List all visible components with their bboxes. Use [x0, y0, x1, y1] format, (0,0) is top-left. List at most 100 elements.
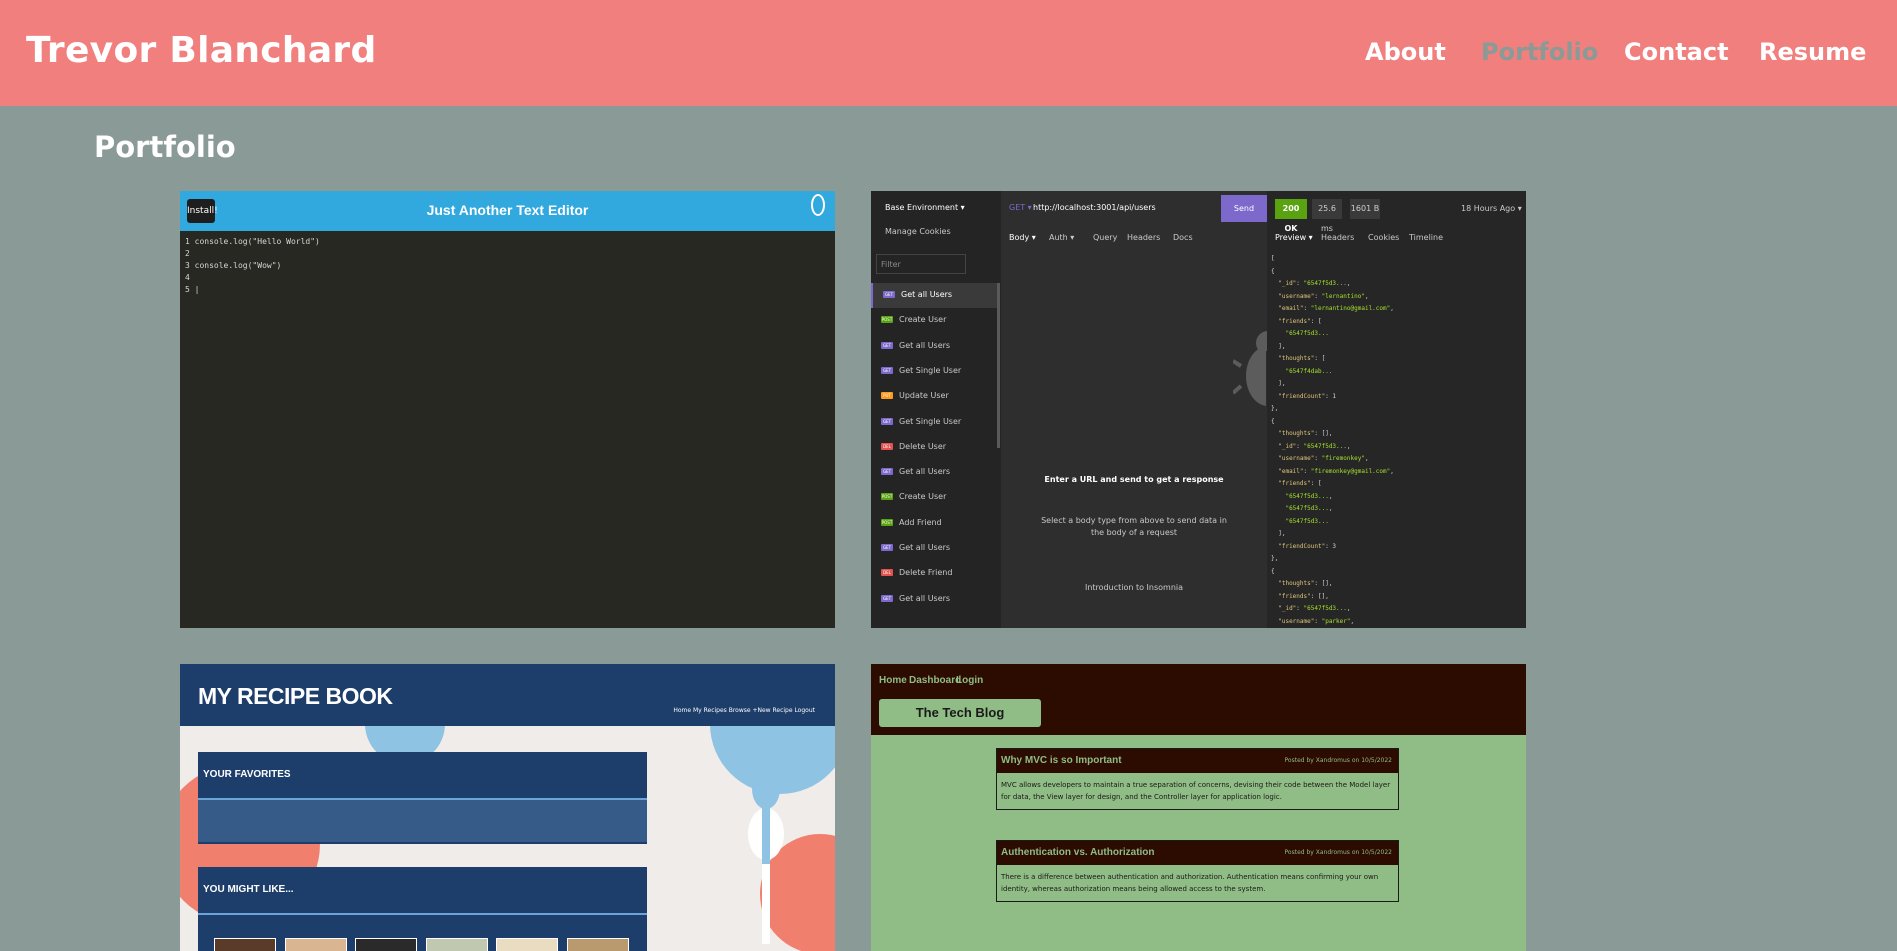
post-title[interactable]: Why MVC is so Important: [1001, 755, 1122, 766]
project-card-tech-blog[interactable]: Home Dashboard Login The Tech Blog Why M…: [871, 664, 1526, 951]
code-line: 2: [185, 249, 190, 258]
nav-about[interactable]: About: [1365, 38, 1446, 66]
recipe-thumbnail[interactable]: [214, 938, 276, 951]
request-name: Get Single User: [899, 416, 962, 426]
request-item[interactable]: DEL Delete User: [871, 435, 999, 460]
request-item[interactable]: POST Create User: [871, 485, 999, 510]
favorites-heading: YOUR FAVORITES: [203, 769, 291, 780]
method-badge: DEL: [881, 569, 893, 577]
site-brand[interactable]: Trevor Blanchard: [26, 30, 377, 71]
request-item[interactable]: POST Add Friend: [871, 511, 999, 536]
request-item[interactable]: PUT Update User: [871, 384, 999, 409]
request-item[interactable]: GET Get all Users: [871, 334, 999, 359]
environment-select[interactable]: Base Environment ▾: [885, 203, 965, 212]
method-badge: GET: [881, 544, 893, 551]
request-item[interactable]: GET Get all Users: [871, 460, 999, 485]
request-item[interactable]: DEL Delete Friend: [871, 561, 999, 586]
blog-title: The Tech Blog: [879, 699, 1041, 727]
code-line: 5 |: [185, 285, 200, 294]
nav-contact[interactable]: Contact: [1624, 38, 1729, 66]
tab-body[interactable]: Body ▾: [1009, 233, 1036, 242]
blog-post[interactable]: Authentication vs. Authorization Posted …: [996, 840, 1399, 902]
method-badge: DEL: [881, 442, 893, 450]
request-name: Get all Users: [899, 467, 951, 477]
tab-preview[interactable]: Preview ▾: [1275, 233, 1313, 242]
method-badge: GET: [881, 417, 893, 425]
recipe-thumbnail[interactable]: [567, 938, 629, 951]
post-title[interactable]: Authentication vs. Authorization: [1001, 847, 1155, 858]
tab-headers[interactable]: Headers: [1127, 233, 1160, 242]
request-name: Get all Users: [899, 340, 951, 350]
request-item[interactable]: GET Get Single User: [871, 359, 999, 384]
status-badge: 200 OK: [1275, 199, 1307, 233]
request-name: Delete User: [899, 441, 947, 451]
post-header: Why MVC is so Important Posted by Xandro…: [997, 749, 1398, 773]
empty-title: Enter a URL and send to get a response: [1044, 475, 1224, 484]
json-preview: [ { "_id": "6547f5d3..., "username": "le…: [1271, 255, 1394, 625]
method-badge: GET: [881, 366, 893, 374]
recipe-brand[interactable]: MY RECIPE BOOK: [198, 683, 393, 710]
method-badge: PUT: [881, 392, 893, 400]
history-select[interactable]: 18 Hours Ago ▾: [1461, 204, 1522, 213]
method-badge: POST: [881, 518, 893, 526]
filter-input[interactable]: Filter: [876, 254, 966, 274]
method-badge: GET: [881, 468, 893, 476]
request-item[interactable]: GET Get all Users: [871, 536, 999, 561]
scrollbar[interactable]: [997, 283, 1000, 448]
project-card-recipe-book[interactable]: MY RECIPE BOOK Home My Recipes Browse +N…: [180, 664, 835, 951]
blog-post[interactable]: Why MVC is so Important Posted by Xandro…: [996, 748, 1399, 810]
tab-cookies[interactable]: Cookies: [1368, 233, 1399, 242]
request-name: Create User: [899, 315, 947, 325]
blog-nav-home[interactable]: Home: [879, 675, 907, 686]
send-button[interactable]: Send: [1221, 195, 1267, 222]
project-card-text-editor[interactable]: Install! Just Another Text Editor 1 cons…: [180, 191, 835, 628]
project-card-api-client[interactable]: Base Environment ▾ Manage Cookies Filter…: [871, 191, 1526, 628]
blog-nav-login[interactable]: Login: [956, 675, 983, 686]
nav-resume[interactable]: Resume: [1759, 38, 1866, 66]
favorites-card: YOUR FAVORITES: [198, 752, 647, 844]
editor-title: Just Another Text Editor: [426, 202, 589, 218]
request-name: Update User: [899, 391, 949, 401]
recipe-thumbnail[interactable]: [426, 938, 488, 951]
method-badge: POST: [881, 493, 893, 501]
favorites-body: [198, 800, 647, 842]
request-item[interactable]: GET Get Single User: [871, 410, 999, 435]
request-name: Get all Users: [899, 593, 951, 603]
code-area: 1 console.log("Hello World") 2 3 console…: [185, 236, 320, 296]
tab-auth[interactable]: Auth ▾: [1049, 233, 1074, 242]
method-badge: GET: [881, 594, 893, 602]
post-byline: Posted by Xandromus on 10/5/2022: [1284, 757, 1392, 764]
recipe-thumbnail[interactable]: [285, 938, 347, 951]
tab-query[interactable]: Query: [1093, 233, 1117, 242]
request-item[interactable]: GET Get all Users: [871, 587, 999, 612]
url-input[interactable]: http://localhost:3001/api/users: [1033, 203, 1156, 212]
response-size: 1601 B: [1350, 199, 1380, 219]
method-badge: POST: [881, 316, 893, 324]
intro-link[interactable]: Introduction to Insomnia: [1001, 583, 1267, 592]
tab-timeline[interactable]: Timeline: [1409, 233, 1443, 242]
recipe-thumbnail[interactable]: [355, 938, 417, 951]
recipe-nav[interactable]: Home My Recipes Browse +New Recipe Logou…: [673, 707, 815, 714]
blog-nav-dashboard[interactable]: Dashboard: [909, 675, 961, 686]
method-badge: GET: [881, 341, 893, 349]
editor-header: Install! Just Another Text Editor: [180, 191, 835, 231]
request-name: Get Single User: [899, 365, 962, 375]
page-title: Portfolio: [94, 130, 236, 164]
site-header: Trevor Blanchard About Portfolio Contact…: [0, 0, 1897, 106]
blog-header: Home Dashboard Login The Tech Blog: [871, 664, 1526, 735]
tab-response-headers[interactable]: Headers: [1321, 233, 1354, 242]
tab-docs[interactable]: Docs: [1173, 233, 1193, 242]
response-time: 25.6 ms: [1312, 199, 1342, 233]
method-select[interactable]: GET ▾: [1009, 203, 1032, 212]
post-header: Authentication vs. Authorization Posted …: [997, 841, 1398, 865]
request-name: Get all Users: [899, 543, 951, 552]
recipe-thumbnail[interactable]: [496, 938, 558, 951]
request-item[interactable]: GET Get all Users: [871, 283, 999, 308]
request-sidebar: Base Environment ▾ Manage Cookies Filter…: [871, 191, 1001, 628]
request-item[interactable]: POST Create User: [871, 308, 999, 333]
code-line: 4: [185, 273, 190, 282]
manage-cookies[interactable]: Manage Cookies: [885, 227, 951, 236]
app-logo-icon: [811, 194, 825, 216]
nav-portfolio[interactable]: Portfolio: [1481, 38, 1598, 66]
request-name: Delete Friend: [899, 568, 953, 578]
